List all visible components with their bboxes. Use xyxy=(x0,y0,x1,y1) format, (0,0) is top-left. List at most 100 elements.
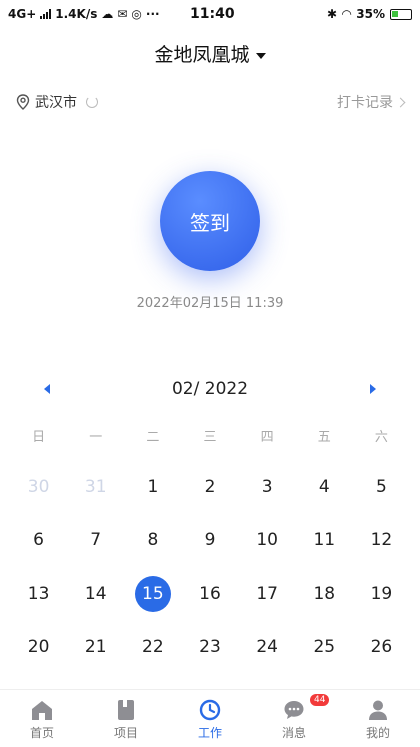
calendar-day[interactable]: 1 xyxy=(124,460,181,514)
dropdown-caret-icon xyxy=(255,52,266,59)
calendar-day[interactable]: 21 xyxy=(67,621,124,675)
calendar-day[interactable]: 26 xyxy=(353,621,410,675)
bluetooth-icon: ✱ xyxy=(326,7,338,21)
battery-icon xyxy=(390,8,412,20)
calendar-day[interactable]: 25 xyxy=(296,621,353,675)
calendar-day[interactable]: 17 xyxy=(239,567,296,621)
calendar-day[interactable]: 14 xyxy=(67,567,124,621)
tab-label: 消息 xyxy=(281,726,306,740)
signal-icon xyxy=(40,9,52,19)
more-icon: ··· xyxy=(145,7,160,21)
checkin-record-label: 打卡记录 xyxy=(337,95,393,111)
calendar-day[interactable]: 18 xyxy=(296,567,353,621)
checkin-record-link[interactable]: 打卡记录 xyxy=(337,92,406,112)
day-number: 14 xyxy=(84,583,107,604)
project-selector[interactable]: 金地凤凰城 xyxy=(0,40,420,67)
calendar-header: 02/ 2022 xyxy=(0,378,420,402)
day-number: 23 xyxy=(199,637,221,658)
day-number: 17 xyxy=(256,583,278,604)
home-icon xyxy=(32,701,52,720)
calendar-day[interactable]: 19 xyxy=(353,567,410,621)
calendar-day[interactable]: 5 xyxy=(353,460,410,514)
calendar-day[interactable]: 11 xyxy=(296,514,353,568)
day-number: 22 xyxy=(142,637,164,658)
calendar-day[interactable]: 12 xyxy=(353,514,410,568)
weekday-label: 四 xyxy=(260,430,274,445)
tab-projects[interactable]: 项目 xyxy=(84,690,168,747)
day-number: 3 xyxy=(261,476,273,497)
calendar-day[interactable]: 30 xyxy=(10,460,67,514)
clock-icon xyxy=(199,699,221,721)
weekday-label: 二 xyxy=(146,430,160,445)
person-icon xyxy=(369,700,387,720)
calendar-day[interactable]: 22 xyxy=(124,621,181,675)
day-number: 20 xyxy=(27,637,50,658)
next-month-icon[interactable] xyxy=(370,384,376,394)
day-number: 15 xyxy=(134,575,171,612)
day-number: 5 xyxy=(376,476,387,497)
tab-label: 我的 xyxy=(365,726,390,740)
day-number: 12 xyxy=(370,530,393,551)
day-number: 16 xyxy=(199,583,221,604)
day-number: 19 xyxy=(370,583,393,604)
day-number: 7 xyxy=(90,530,102,551)
calendar-day[interactable]: 2 xyxy=(181,460,238,514)
calendar-day[interactable]: 13 xyxy=(10,567,67,621)
day-number: 18 xyxy=(313,583,336,604)
calendar-day[interactable]: 8 xyxy=(124,514,181,568)
calendar-day[interactable]: 9 xyxy=(181,514,238,568)
calendar-day[interactable]: 4 xyxy=(296,460,353,514)
month-label: 02/ 2022 xyxy=(171,379,249,399)
tab-work[interactable]: 工作 xyxy=(168,690,252,747)
book-icon xyxy=(118,700,134,720)
weekday-label: 日 xyxy=(32,430,46,445)
day-number: 24 xyxy=(256,637,278,658)
calendar-day[interactable]: 16 xyxy=(181,567,238,621)
tab-bar: 首页 项目 工作 44 消息 我的 xyxy=(0,689,420,747)
tab-label: 工作 xyxy=(197,726,222,740)
day-number: 2 xyxy=(204,476,216,497)
day-number: 25 xyxy=(313,637,336,658)
chat-icon xyxy=(284,701,304,719)
weekday-label: 六 xyxy=(374,430,388,445)
tab-messages[interactable]: 44 消息 xyxy=(252,690,336,747)
day-number: 4 xyxy=(318,476,330,497)
calendar-day[interactable]: 24 xyxy=(239,621,296,675)
day-number: 26 xyxy=(370,637,393,658)
calendar-day[interactable]: 10 xyxy=(239,514,296,568)
calendar-day[interactable]: 7 xyxy=(67,514,124,568)
chevron-right-icon xyxy=(395,97,406,107)
day-number: 10 xyxy=(256,530,278,551)
city-name: 武汉市 xyxy=(35,95,77,111)
calendar-day[interactable]: 23 xyxy=(181,621,238,675)
day-number: 8 xyxy=(147,530,159,551)
clock: 11:40 xyxy=(190,6,235,22)
weekday-label: 三 xyxy=(203,430,217,445)
refresh-icon[interactable] xyxy=(86,96,98,108)
calendar-day[interactable]: 3 xyxy=(239,460,296,514)
mail-icon: ✉ xyxy=(117,7,128,21)
sign-in-button[interactable]: 签到 xyxy=(160,171,260,271)
tab-home[interactable]: 首页 xyxy=(0,690,84,747)
weekday-label: 五 xyxy=(317,430,331,445)
calendar-grid: 30 31 1 2 3 4 5 6 7 8 9 10 11 12 13 14 15 16 17 18 19 20 21 22 2… xyxy=(10,460,410,728)
status-bar: 4G+ 1.4K/s ☁ ✉ ◎ ··· 11:40 ✱ ◠ 35% xyxy=(0,0,420,30)
day-number: 31 xyxy=(84,476,107,497)
day-number: 21 xyxy=(84,637,107,658)
tab-label: 首页 xyxy=(29,726,54,740)
calendar-day-today[interactable]: 15 xyxy=(124,567,181,621)
app-icon: ◎ xyxy=(131,7,142,21)
calendar-day[interactable]: 20 xyxy=(10,621,67,675)
weekday-label: 一 xyxy=(89,430,103,445)
day-number: 6 xyxy=(33,530,44,551)
cloud-icon: ☁ xyxy=(101,7,114,21)
day-number: 9 xyxy=(204,530,216,551)
location-row: 武汉市 打卡记录 xyxy=(16,92,406,114)
current-datetime: 2022年02月15日 11:39 xyxy=(136,296,284,311)
battery-percent: 35% xyxy=(356,7,385,21)
day-number: 13 xyxy=(27,583,50,604)
tab-profile[interactable]: 我的 xyxy=(336,690,420,747)
unread-badge: 44 xyxy=(310,694,330,706)
calendar-day[interactable]: 31 xyxy=(67,460,124,514)
calendar-day[interactable]: 6 xyxy=(10,514,67,568)
